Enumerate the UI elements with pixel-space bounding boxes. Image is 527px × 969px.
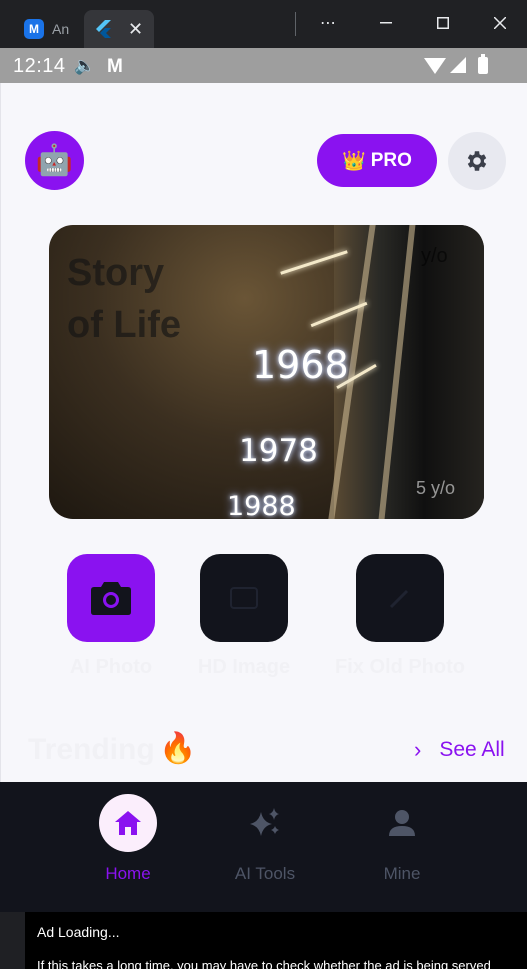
nav-label-home: Home [105, 864, 151, 883]
battery-icon [478, 54, 488, 74]
app-logo-icon: M [24, 19, 44, 39]
fix-old-photo-label: Fix Old Photo [335, 656, 465, 678]
maximize-button[interactable] [423, 8, 463, 38]
banner-title: Story of Life [67, 247, 181, 351]
sound-icon: 🔈 [74, 56, 96, 75]
status-bar: 12:14 🔈 M [0, 48, 527, 83]
nav-label-mine: Mine [383, 864, 421, 883]
see-all-label: See All [439, 738, 505, 761]
sparkle-icon [250, 808, 279, 836]
minimize-button[interactable] [366, 8, 406, 38]
year-1978: 1978 [239, 433, 318, 469]
home-icon [115, 811, 141, 835]
cellular-icon [450, 57, 466, 73]
camera-icon [91, 582, 131, 615]
pro-button[interactable]: 👑 PRO [317, 134, 437, 187]
close-window-button[interactable] [480, 8, 520, 38]
tab-separator [295, 12, 296, 36]
flutter-icon [94, 19, 114, 39]
screen: M An ✕ ⋯ 12:14 🔈 M 🤖 👑 PRO Story of Life… [0, 0, 527, 969]
ai-photo-label: AI Photo [69, 656, 153, 678]
gmail-icon: M [107, 56, 123, 77]
wand-icon [389, 589, 409, 609]
nav-ai-tools-icon-wrap [236, 794, 294, 852]
ad-title: Ad Loading... [37, 924, 120, 940]
gear-icon [467, 151, 487, 171]
wifi-icon [424, 58, 446, 74]
nav-label-ai-tools: AI Tools [234, 864, 296, 883]
nav-mine-icon-wrap [373, 794, 431, 852]
fix-old-photo-button[interactable] [356, 554, 444, 642]
year-1968: 1968 [252, 343, 349, 387]
ad-banner[interactable]: Ad Loading... If this takes a long time,… [25, 912, 527, 969]
hd-image-icon [230, 587, 258, 609]
person-icon [389, 810, 415, 836]
age-label-bottom: 5 y/o [416, 478, 456, 498]
more-options-button[interactable]: ⋯ [308, 8, 348, 38]
pro-label: PRO [370, 149, 412, 171]
nav-item-ai-tools[interactable]: AI Tools [215, 794, 315, 884]
tab-app[interactable]: M An [14, 10, 82, 48]
fire-icon: 🔥 [159, 732, 197, 765]
year-1988: 1988 [227, 491, 296, 519]
hd-image-button[interactable] [200, 554, 288, 642]
avatar[interactable]: 🤖 [25, 131, 84, 190]
banner-title-line1: Story [67, 252, 165, 294]
window-tab-bar: M An ✕ ⋯ [0, 0, 527, 48]
tab-close-icon[interactable]: ✕ [128, 19, 143, 40]
hd-image-label: HD Image [197, 656, 291, 678]
nav-home-highlight [99, 794, 157, 852]
ai-photo-button[interactable] [67, 554, 155, 642]
see-all-link[interactable]: › See All [414, 737, 505, 763]
app-content: 🤖 👑 PRO Story of Life 1968 1978 1988 y/o… [0, 83, 527, 782]
tab-flutter[interactable]: ✕ [84, 10, 154, 48]
banner-title-line2: of Life [67, 304, 181, 346]
nav-item-home[interactable]: Home [78, 794, 178, 884]
ad-body: If this takes a long time, you may have … [37, 958, 491, 969]
nav-item-mine[interactable]: Mine [352, 794, 452, 884]
bottom-navigation: Home AI Tools Mine [0, 782, 527, 912]
tab-title: An [52, 21, 70, 37]
crown-icon: 👑 [342, 150, 366, 172]
chevron-right-icon: › [414, 737, 422, 762]
age-label-top: y/o [421, 245, 448, 267]
trending-title: Trending [28, 733, 155, 766]
settings-button[interactable] [448, 132, 506, 190]
story-of-life-banner[interactable]: Story of Life 1968 1978 1988 y/o 5 y/o [49, 225, 484, 519]
status-time: 12:14 [13, 55, 66, 77]
